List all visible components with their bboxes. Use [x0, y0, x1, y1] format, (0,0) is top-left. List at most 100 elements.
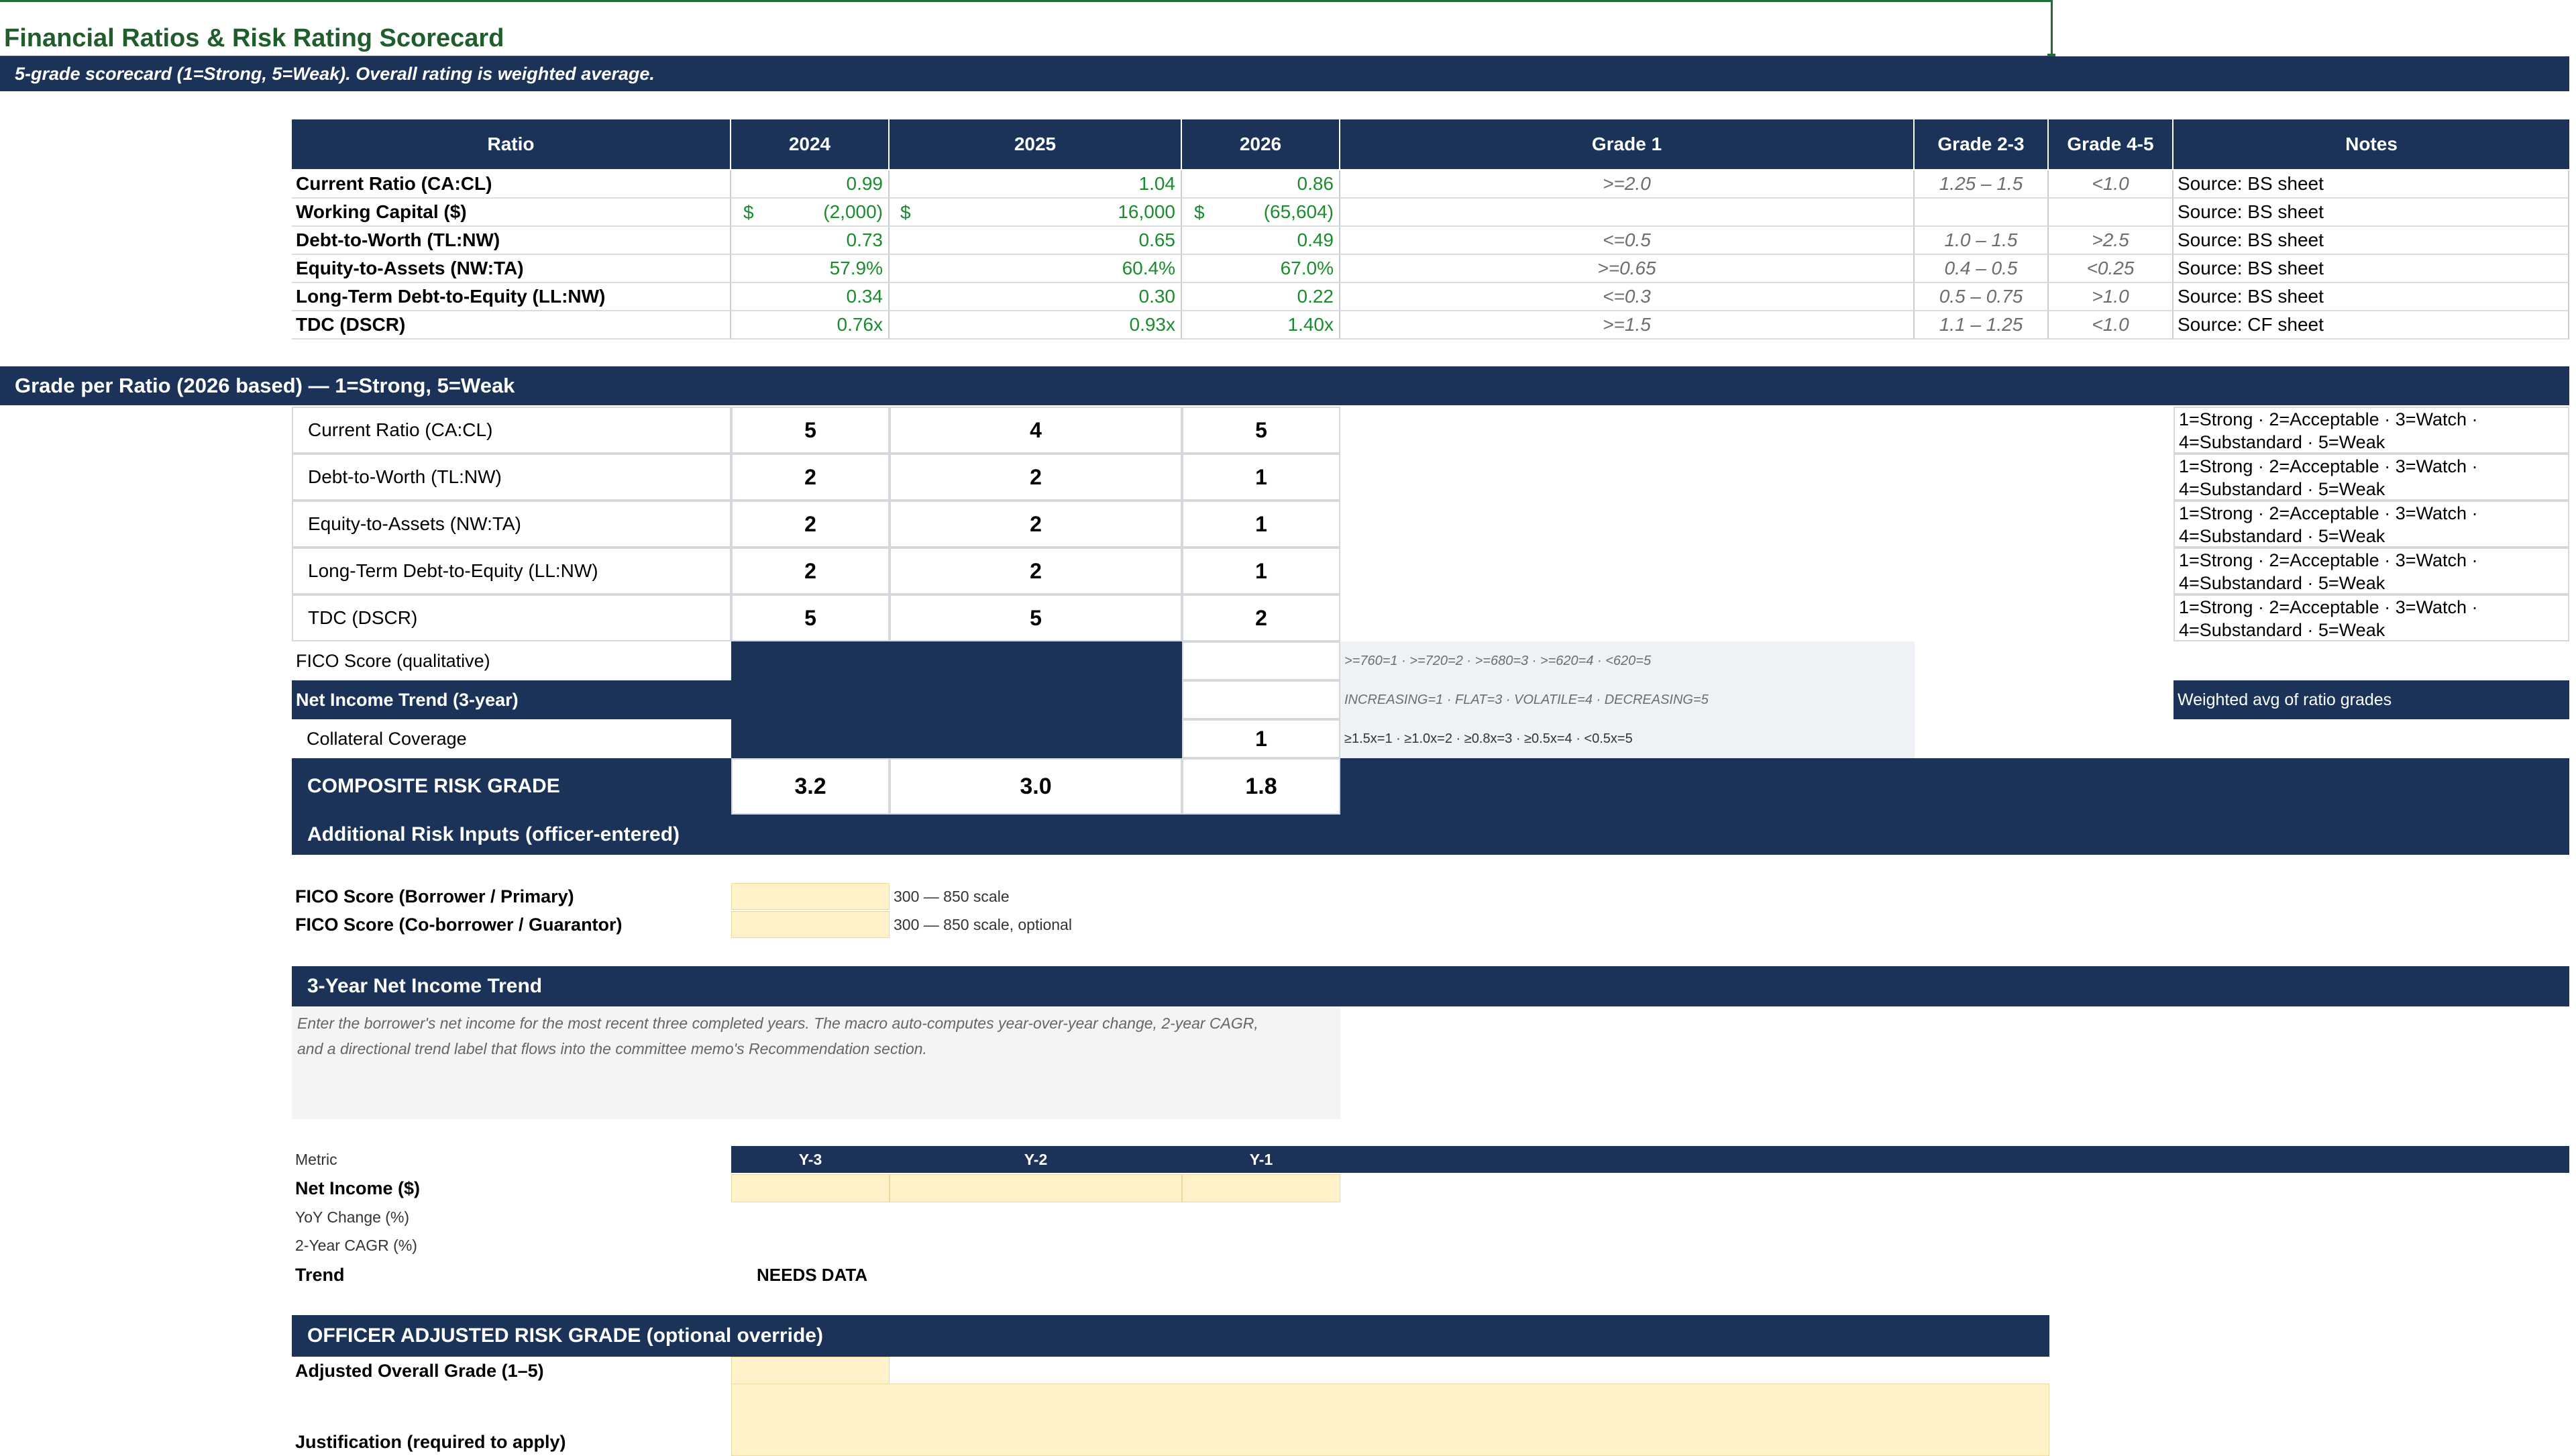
ratio-value-2024[interactable]: 57.9%	[731, 255, 890, 283]
net-income-trend-label[interactable]: Net Income Trend (3-year)	[292, 680, 731, 719]
ratio-value-2026[interactable]: (65,604)	[1182, 199, 1340, 227]
ratio-note[interactable]: Source: BS sheet	[2174, 227, 2569, 255]
ratio-name[interactable]: Long-Term Debt-to-Equity (LL:NW)	[292, 283, 731, 311]
ratio-value-2026[interactable]: 67.0%	[1182, 255, 1340, 283]
grade23-threshold[interactable]	[1915, 199, 2049, 227]
ratio-value-2025[interactable]: 60.4%	[890, 255, 1182, 283]
fico-primary-input[interactable]	[731, 883, 890, 910]
grade-2024[interactable]: 5	[731, 594, 890, 641]
grade45-threshold[interactable]: <1.0	[2049, 311, 2174, 340]
ratio-value-2025[interactable]: 0.65	[890, 227, 1182, 255]
grade-2024[interactable]: 2	[731, 501, 890, 548]
fico-trend-merged-cell[interactable]	[731, 641, 1182, 758]
ratio-value-2024[interactable]: (2,000)	[731, 199, 890, 227]
col-header-y3: Y-3	[798, 1150, 822, 1168]
grade-ratio-name[interactable]: Debt-to-Worth (TL:NW)	[292, 454, 731, 501]
ratio-value-2025[interactable]: 0.93x	[890, 311, 1182, 340]
ratio-note[interactable]: Source: CF sheet	[2174, 311, 2569, 340]
ratio-value-2026[interactable]: 0.22	[1182, 283, 1340, 311]
grade-legend[interactable]: 1=Strong · 2=Acceptable · 3=Watch · 4=Su…	[2174, 454, 2569, 501]
grade1-threshold[interactable]: >=1.5	[1340, 311, 1915, 340]
adjusted-grade-input[interactable]	[731, 1357, 890, 1385]
grade-ratio-name[interactable]: Current Ratio (CA:CL)	[292, 407, 731, 454]
grade45-threshold[interactable]: >2.5	[2049, 227, 2174, 255]
composite-2024[interactable]: 3.2	[731, 758, 890, 815]
grade-ratio-name[interactable]: Long-Term Debt-to-Equity (LL:NW)	[292, 548, 731, 594]
grade45-threshold[interactable]	[2049, 199, 2174, 227]
legend-line: 1=Strong · 2=Acceptable · 3=Watch ·	[2179, 409, 2478, 429]
col-header-ratio: Ratio	[292, 119, 731, 169]
ratio-name[interactable]: Working Capital ($)	[292, 199, 731, 227]
ratio-name[interactable]: Current Ratio (CA:CL)	[292, 170, 731, 199]
grade23-threshold[interactable]: 0.5 – 0.75	[1915, 283, 2049, 311]
ratio-name[interactable]: TDC (DSCR)	[292, 311, 731, 340]
grade-2026[interactable]: 1	[1182, 501, 1340, 548]
ratio-value-2024[interactable]: 0.76x	[731, 311, 890, 340]
ratio-value-2024[interactable]: 0.73	[731, 227, 890, 255]
subtitle-text: 5-grade scorecard (1=Strong, 5=Weak). Ov…	[15, 63, 655, 84]
grade1-threshold[interactable]: <=0.5	[1340, 227, 1915, 255]
grade1-threshold[interactable]: <=0.3	[1340, 283, 1915, 311]
grade-2026[interactable]: 1	[1182, 548, 1340, 594]
net-income-y3-input[interactable]	[731, 1174, 890, 1202]
collateral-2026[interactable]: 1	[1182, 719, 1340, 758]
composite-2025[interactable]: 3.0	[890, 758, 1182, 815]
ratio-note[interactable]: Source: BS sheet	[2174, 170, 2569, 199]
grade-2025[interactable]: 2	[890, 454, 1182, 501]
ratio-value-2026[interactable]: 0.49	[1182, 227, 1340, 255]
fico-co-input[interactable]	[731, 911, 890, 938]
ratio-value-2025[interactable]: 16,000	[890, 199, 1182, 227]
grade-legend[interactable]: 1=Strong · 2=Acceptable · 3=Watch · 4=Su…	[2174, 501, 2569, 548]
grade23-threshold[interactable]: 1.25 – 1.5	[1915, 170, 2049, 199]
grade23-threshold[interactable]: 0.4 – 0.5	[1915, 255, 2049, 283]
grade45-threshold[interactable]: >1.0	[2049, 283, 2174, 311]
grade-2024[interactable]: 5	[731, 407, 890, 454]
grade-2026[interactable]: 1	[1182, 454, 1340, 501]
col-header-2026: 2026	[1182, 119, 1340, 169]
trend-description-box: Enter the borrower's net income for the …	[292, 1006, 1340, 1119]
grade45-threshold[interactable]: <1.0	[2049, 170, 2174, 199]
ratio-name[interactable]: Equity-to-Assets (NW:TA)	[292, 255, 731, 283]
ratio-value-2025[interactable]: 1.04	[890, 170, 1182, 199]
ratio-value-2026[interactable]: 1.40x	[1182, 311, 1340, 340]
ratio-value-2024[interactable]: 0.99	[731, 170, 890, 199]
ratio-note[interactable]: Source: BS sheet	[2174, 255, 2569, 283]
grade-ratio-name[interactable]: Equity-to-Assets (NW:TA)	[292, 501, 731, 548]
weighted-avg-note: Weighted avg of ratio grades	[2174, 680, 2569, 719]
ratio-name[interactable]: Debt-to-Worth (TL:NW)	[292, 227, 731, 255]
grade-legend[interactable]: 1=Strong · 2=Acceptable · 3=Watch · 4=Su…	[2174, 594, 2569, 641]
trend-value[interactable]: NEEDS DATA	[757, 1260, 867, 1290]
net-income-y1-input[interactable]	[1182, 1174, 1340, 1202]
grade-2024[interactable]: 2	[731, 454, 890, 501]
collateral-coverage-label[interactable]: Collateral Coverage	[292, 719, 731, 758]
grade23-threshold[interactable]: 1.0 – 1.5	[1915, 227, 2049, 255]
trend-2026-cell[interactable]	[1182, 680, 1340, 719]
grade-2025[interactable]: 4	[890, 407, 1182, 454]
justification-label: Justification (required to apply)	[295, 1431, 566, 1452]
grade-2025[interactable]: 2	[890, 501, 1182, 548]
ratio-note[interactable]: Source: BS sheet	[2174, 199, 2569, 227]
grade-2026[interactable]: 5	[1182, 407, 1340, 454]
grade1-threshold[interactable]: >=0.65	[1340, 255, 1915, 283]
net-income-y2-input[interactable]	[890, 1174, 1182, 1202]
ratio-value-2026[interactable]: 0.86	[1182, 170, 1340, 199]
grade45-threshold[interactable]: <0.25	[2049, 255, 2174, 283]
ratio-note[interactable]: Source: BS sheet	[2174, 283, 2569, 311]
ratio-value-2024[interactable]: 0.34	[731, 283, 890, 311]
grade1-threshold[interactable]	[1340, 199, 1915, 227]
grade-2026[interactable]: 2	[1182, 594, 1340, 641]
ratio-value-2025[interactable]: 0.30	[890, 283, 1182, 311]
composite-2026[interactable]: 1.8	[1182, 758, 1340, 815]
justification-input[interactable]	[731, 1384, 2049, 1456]
grade-ratio-name[interactable]: TDC (DSCR)	[292, 594, 731, 641]
fico-2026-cell[interactable]	[1182, 641, 1340, 680]
grade-legend[interactable]: 1=Strong · 2=Acceptable · 3=Watch · 4=Su…	[2174, 548, 2569, 594]
grade-2024[interactable]: 2	[731, 548, 890, 594]
grade-2025[interactable]: 5	[890, 594, 1182, 641]
grade23-threshold[interactable]: 1.1 – 1.25	[1915, 311, 2049, 340]
adjusted-grade-label: Adjusted Overall Grade (1–5)	[295, 1360, 544, 1381]
fico-qualitative-label[interactable]: FICO Score (qualitative)	[292, 641, 731, 680]
grade1-threshold[interactable]: >=2.0	[1340, 170, 1915, 199]
grade-2025[interactable]: 2	[890, 548, 1182, 594]
grade-legend[interactable]: 1=Strong · 2=Acceptable · 3=Watch · 4=Su…	[2174, 407, 2569, 454]
